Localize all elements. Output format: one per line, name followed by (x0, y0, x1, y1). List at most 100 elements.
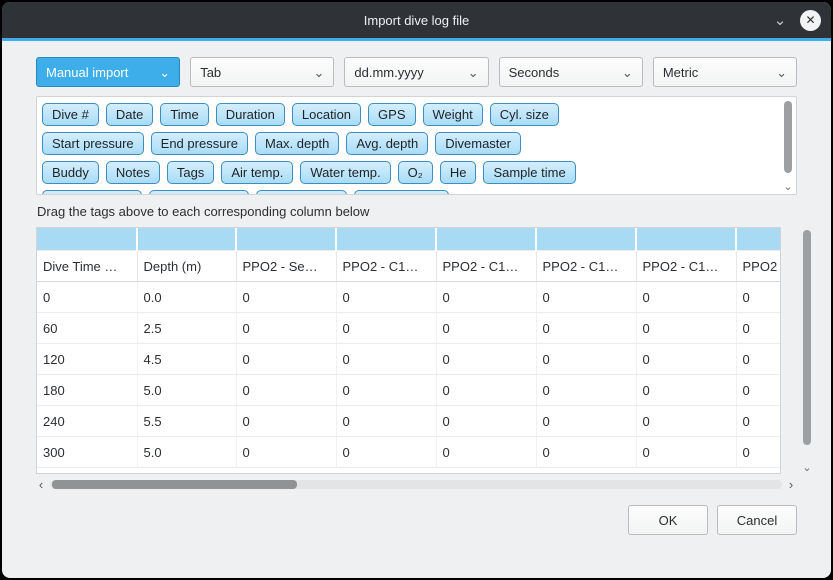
table-cell: 0 (736, 282, 781, 313)
dropdown-value: Tab (200, 65, 221, 80)
table-cell: 0 (436, 313, 536, 344)
table-cell: 180 (37, 375, 137, 406)
instruction-text: Drag the tags above to each correspondin… (37, 204, 797, 219)
chevron-down-icon: ⌄ (314, 66, 325, 79)
hscroll-thumb[interactable] (52, 480, 297, 489)
ok-button[interactable]: OK (628, 505, 708, 535)
dropdown-value: Seconds (509, 65, 560, 80)
drop-target-cell[interactable] (436, 228, 536, 251)
table-cell: 0 (536, 282, 636, 313)
tag-row: Dive # Date Time Duration Location GPS Weight C… (42, 103, 774, 126)
tag-row: Start pressure End pressure Max. depth Avg.… (42, 132, 774, 155)
table-cell: 0 (336, 282, 436, 313)
tag-end-pressure[interactable]: End pressure (151, 132, 248, 155)
tag-time[interactable]: Time (160, 103, 208, 126)
titlebar[interactable]: Import dive log file ⌄ ✕ (2, 2, 831, 38)
tag-sample-depth[interactable]: Sample depth (42, 190, 142, 195)
scrollbar-thumb[interactable] (803, 230, 811, 445)
table-row: 1204.5000000 (37, 344, 781, 375)
table-cell: 0 (436, 437, 536, 468)
drop-target-cell[interactable] (336, 228, 436, 251)
shade-icon[interactable]: ⌄ (770, 13, 790, 28)
tag-water-temp[interactable]: Water temp. (300, 161, 390, 184)
tag-avg-depth[interactable]: Avg. depth (346, 132, 428, 155)
dropdown-import-mode[interactable]: Manual import⌄ (36, 57, 180, 87)
table-cell: 0 (236, 344, 336, 375)
drop-target-cell[interactable] (736, 228, 781, 251)
drop-target-cell[interactable] (236, 228, 336, 251)
tag-sample-po[interactable]: Sample pO₂ (256, 190, 346, 195)
table-cell: 0 (536, 344, 636, 375)
drop-target-cell[interactable] (137, 228, 236, 251)
tag-weight[interactable]: Weight (423, 103, 483, 126)
close-icon[interactable]: ✕ (800, 10, 821, 31)
drop-target-cell[interactable] (636, 228, 736, 251)
table-hscrollbar[interactable]: ‹ › (36, 477, 796, 492)
table-cell: 0 (436, 344, 536, 375)
table-cell: 300 (37, 437, 137, 468)
table-cell: 0 (336, 406, 436, 437)
table-cell: 0 (236, 406, 336, 437)
tag-tags[interactable]: Tags (167, 161, 214, 184)
tag-duration[interactable]: Duration (216, 103, 285, 126)
column-header: PPO2 - C1… (436, 251, 536, 282)
tag-notes[interactable]: Notes (106, 161, 160, 184)
titlebar-controls: ⌄ ✕ (770, 2, 821, 38)
tag-row: Buddy Notes Tags Air temp. Water temp. O₂ He Sa… (42, 161, 774, 184)
tag-max-depth[interactable]: Max. depth (255, 132, 339, 155)
tag-pool-scrollbar[interactable]: ⌄ (782, 99, 794, 192)
tag-he[interactable]: He (440, 161, 477, 184)
table-cell: 0 (336, 313, 436, 344)
tag-date[interactable]: Date (106, 103, 153, 126)
dropdown-time-format[interactable]: Seconds ⌄ (499, 57, 643, 87)
tag-sample-time[interactable]: Sample time (483, 161, 575, 184)
tag-air-temp[interactable]: Air temp. (221, 161, 293, 184)
table-body: 00.0000000602.50000001204.50000001805.00… (37, 282, 781, 468)
dropdown-field-separator[interactable]: Tab ⌄ (190, 57, 334, 87)
dropdown-date-format[interactable]: dd.mm.yyyy⌄ (344, 57, 488, 87)
scroll-left-icon[interactable]: ‹ (36, 478, 46, 491)
tag-gps[interactable]: GPS (368, 103, 415, 126)
cancel-button[interactable]: Cancel (717, 505, 797, 535)
dropdown-value: Manual import (46, 65, 128, 80)
tag-start-pressure[interactable]: Start pressure (42, 132, 144, 155)
table-cell: 0 (436, 406, 536, 437)
scroll-down-icon[interactable]: ⌄ (802, 463, 811, 473)
dropdown-units[interactable]: Metric⌄ (653, 57, 797, 87)
tag-cyl-size[interactable]: Cyl. size (490, 103, 559, 126)
table-cell: 0 (536, 406, 636, 437)
header-row: Dive Time …Depth (m)PPO2 - Se…PPO2 - C1…… (37, 251, 781, 282)
scroll-down-icon[interactable]: ⌄ (783, 182, 792, 192)
tag-pool: Dive # Date Time Duration Location GPS Weight C… (36, 96, 797, 195)
chevron-down-icon: ⌄ (776, 66, 787, 79)
table-cell: 5.0 (137, 375, 236, 406)
table-vscrollbar[interactable]: ⌄ (801, 228, 813, 473)
table-cell: 0 (336, 375, 436, 406)
table-cell: 0 (536, 375, 636, 406)
column-header: Depth (m) (137, 251, 236, 282)
tag-dive[interactable]: Dive # (42, 103, 99, 126)
tag-buddy[interactable]: Buddy (42, 161, 99, 184)
drop-target-cell[interactable] (536, 228, 636, 251)
table-row: 00.0000000 (37, 282, 781, 313)
chevron-down-icon: ⌄ (468, 66, 479, 79)
table-viewport: Dive Time …Depth (m)PPO2 - Se…PPO2 - C1…… (36, 227, 781, 474)
tag-divemaster[interactable]: Divemaster (435, 132, 521, 155)
tag-sample-temp[interactable]: Sample temp. (149, 190, 249, 195)
drop-target-row (37, 228, 781, 251)
scrollbar-thumb[interactable] (784, 101, 792, 173)
scroll-right-icon[interactable]: › (786, 478, 796, 491)
table-cell: 0 (37, 282, 137, 313)
table-cell: 0 (636, 344, 736, 375)
table-cell: 0 (636, 282, 736, 313)
table-cell: 0 (336, 437, 436, 468)
table-cell: 0 (536, 313, 636, 344)
tag-o[interactable]: O₂ (398, 161, 433, 184)
chevron-down-icon: ⌄ (622, 66, 633, 79)
table-row: 2405.5000000 (37, 406, 781, 437)
tag-sample-cns[interactable]: Sample CNS (354, 190, 449, 195)
dialog-content: Manual import⌄Tab⌄dd.mm.yyyy⌄Seconds⌄Met… (2, 41, 831, 578)
hscroll-track[interactable] (50, 480, 782, 489)
tag-location[interactable]: Location (292, 103, 361, 126)
drop-target-cell[interactable] (37, 228, 137, 251)
